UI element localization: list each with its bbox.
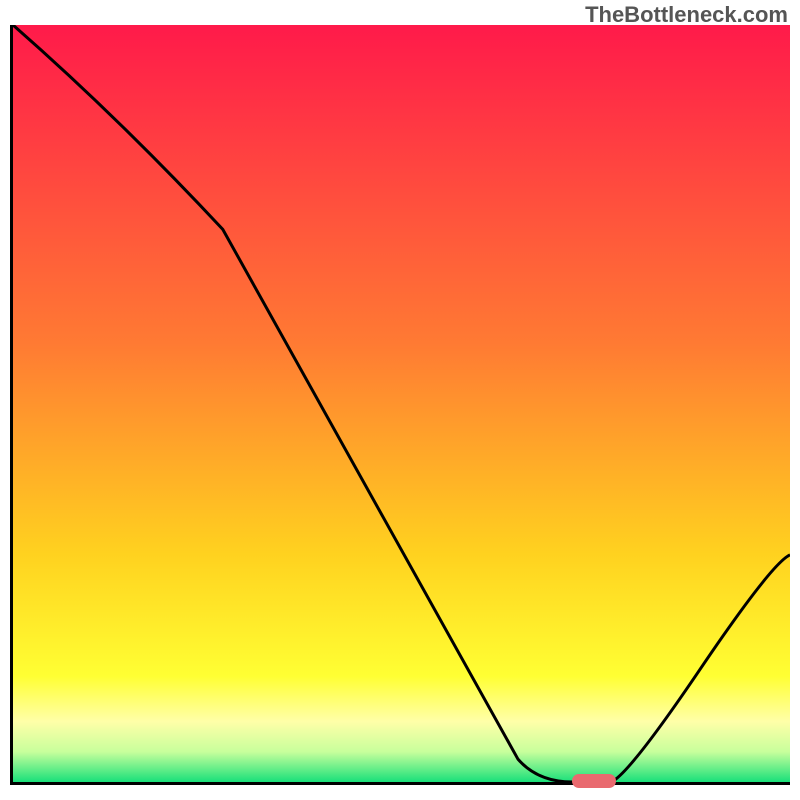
watermark-text: TheBottleneck.com [585, 2, 788, 28]
plot-area [10, 25, 790, 785]
curve-layer [13, 25, 790, 782]
optimal-marker [572, 774, 616, 788]
bottleneck-curve [13, 25, 790, 782]
